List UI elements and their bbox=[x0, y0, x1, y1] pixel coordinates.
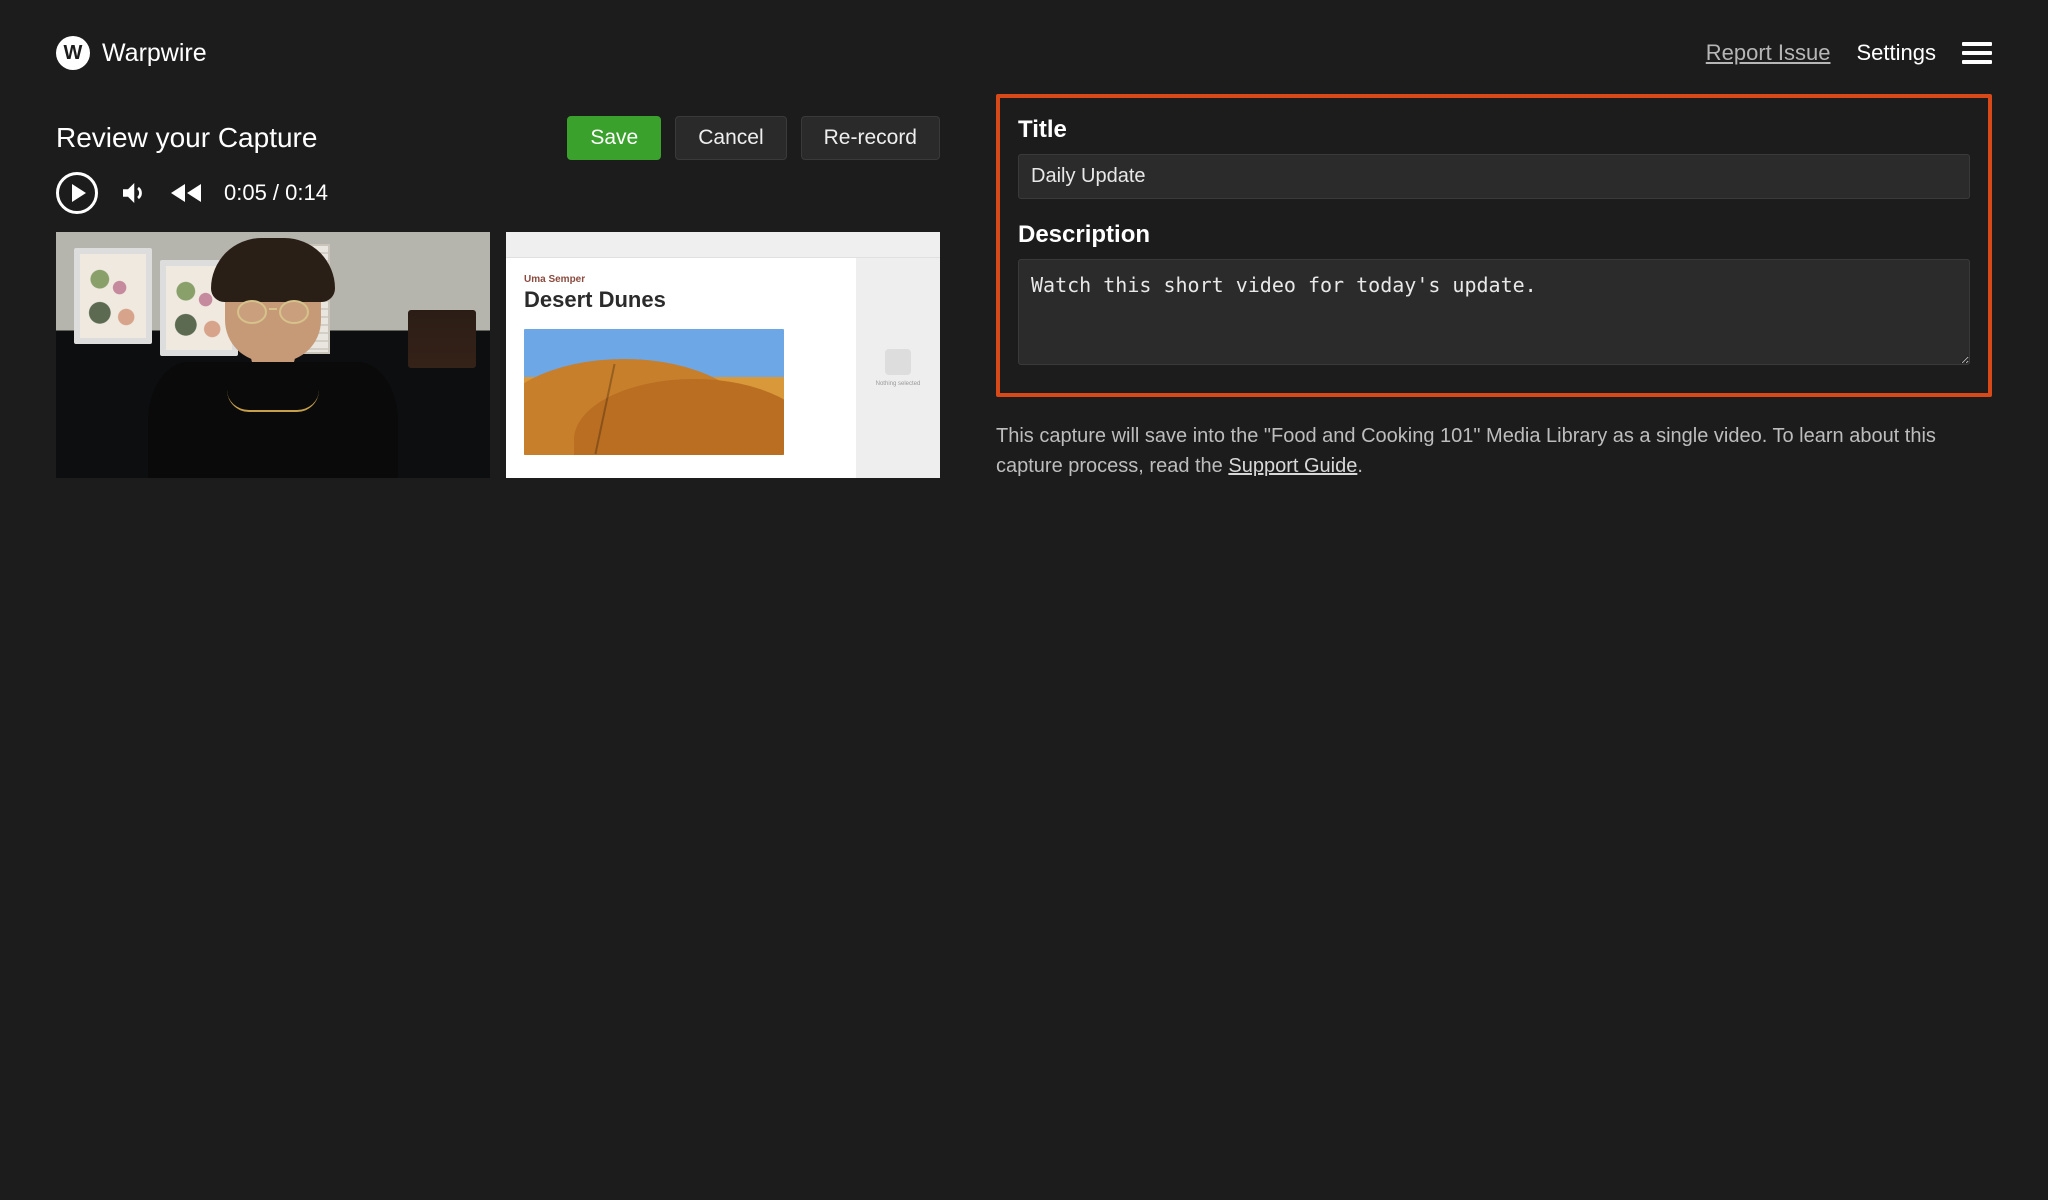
screen-preview[interactable]: Uma Semper Desert Dunes Nothing selected bbox=[506, 232, 940, 478]
screen-body: Uma Semper Desert Dunes Nothing selected bbox=[506, 258, 940, 478]
slide-author: Uma Semper bbox=[524, 274, 838, 285]
description-label: Description bbox=[1018, 221, 1970, 249]
volume-button[interactable] bbox=[118, 178, 148, 208]
cancel-button[interactable]: Cancel bbox=[675, 116, 786, 160]
slide-title: Desert Dunes bbox=[524, 287, 838, 313]
left-column: Review your Capture Save Cancel Re-recor… bbox=[56, 116, 940, 478]
title-label: Title bbox=[1018, 116, 1970, 144]
brand: W Warpwire bbox=[56, 36, 207, 70]
page-title: Review your Capture bbox=[56, 122, 317, 154]
help-text-before: This capture will save into the "Food an… bbox=[996, 425, 1936, 477]
description-input[interactable] bbox=[1018, 259, 1970, 365]
form-panel-highlight: Title Description bbox=[996, 94, 1992, 397]
header-right: Report Issue Settings bbox=[1706, 40, 1992, 66]
settings-link[interactable]: Settings bbox=[1857, 40, 1937, 66]
right-column: Title Description This capture will save… bbox=[996, 116, 1992, 481]
slide-photo bbox=[524, 329, 784, 455]
timecode: 0:05 / 0:14 bbox=[224, 180, 328, 206]
screen-toolbar-decor bbox=[506, 232, 940, 258]
paint-roller-icon bbox=[885, 349, 911, 375]
rerecord-button[interactable]: Re-record bbox=[801, 116, 940, 160]
help-text: This capture will save into the "Food an… bbox=[996, 421, 1992, 481]
support-guide-link[interactable]: Support Guide bbox=[1228, 455, 1357, 477]
brand-name: Warpwire bbox=[102, 39, 207, 68]
hamburger-menu-icon[interactable] bbox=[1962, 42, 1992, 64]
thumbnails: Uma Semper Desert Dunes Nothing selected bbox=[56, 232, 940, 478]
rewind-icon bbox=[168, 179, 204, 207]
player-controls: 0:05 / 0:14 bbox=[56, 172, 940, 214]
volume-icon bbox=[118, 178, 148, 208]
action-buttons: Save Cancel Re-record bbox=[567, 116, 940, 160]
report-issue-link[interactable]: Report Issue bbox=[1706, 40, 1831, 66]
webcam-preview[interactable] bbox=[56, 232, 490, 478]
slide-side-caption: Nothing selected bbox=[876, 381, 921, 388]
title-row: Review your Capture Save Cancel Re-recor… bbox=[56, 116, 940, 160]
app-root: W Warpwire Report Issue Settings Review … bbox=[0, 0, 2048, 1200]
rewind-button[interactable] bbox=[168, 179, 204, 207]
play-button[interactable] bbox=[56, 172, 98, 214]
person-illustration bbox=[148, 280, 398, 478]
save-button[interactable]: Save bbox=[567, 116, 661, 160]
brand-logo-icon: W bbox=[56, 36, 90, 70]
play-icon bbox=[56, 172, 98, 214]
title-input[interactable] bbox=[1018, 154, 1970, 199]
header: W Warpwire Report Issue Settings bbox=[56, 36, 1992, 70]
slide-area: Uma Semper Desert Dunes bbox=[506, 258, 856, 478]
main: Review your Capture Save Cancel Re-recor… bbox=[56, 116, 1992, 481]
help-text-after: . bbox=[1357, 455, 1363, 477]
slide-side-panel: Nothing selected bbox=[856, 258, 940, 478]
shelf-decor bbox=[408, 310, 476, 368]
